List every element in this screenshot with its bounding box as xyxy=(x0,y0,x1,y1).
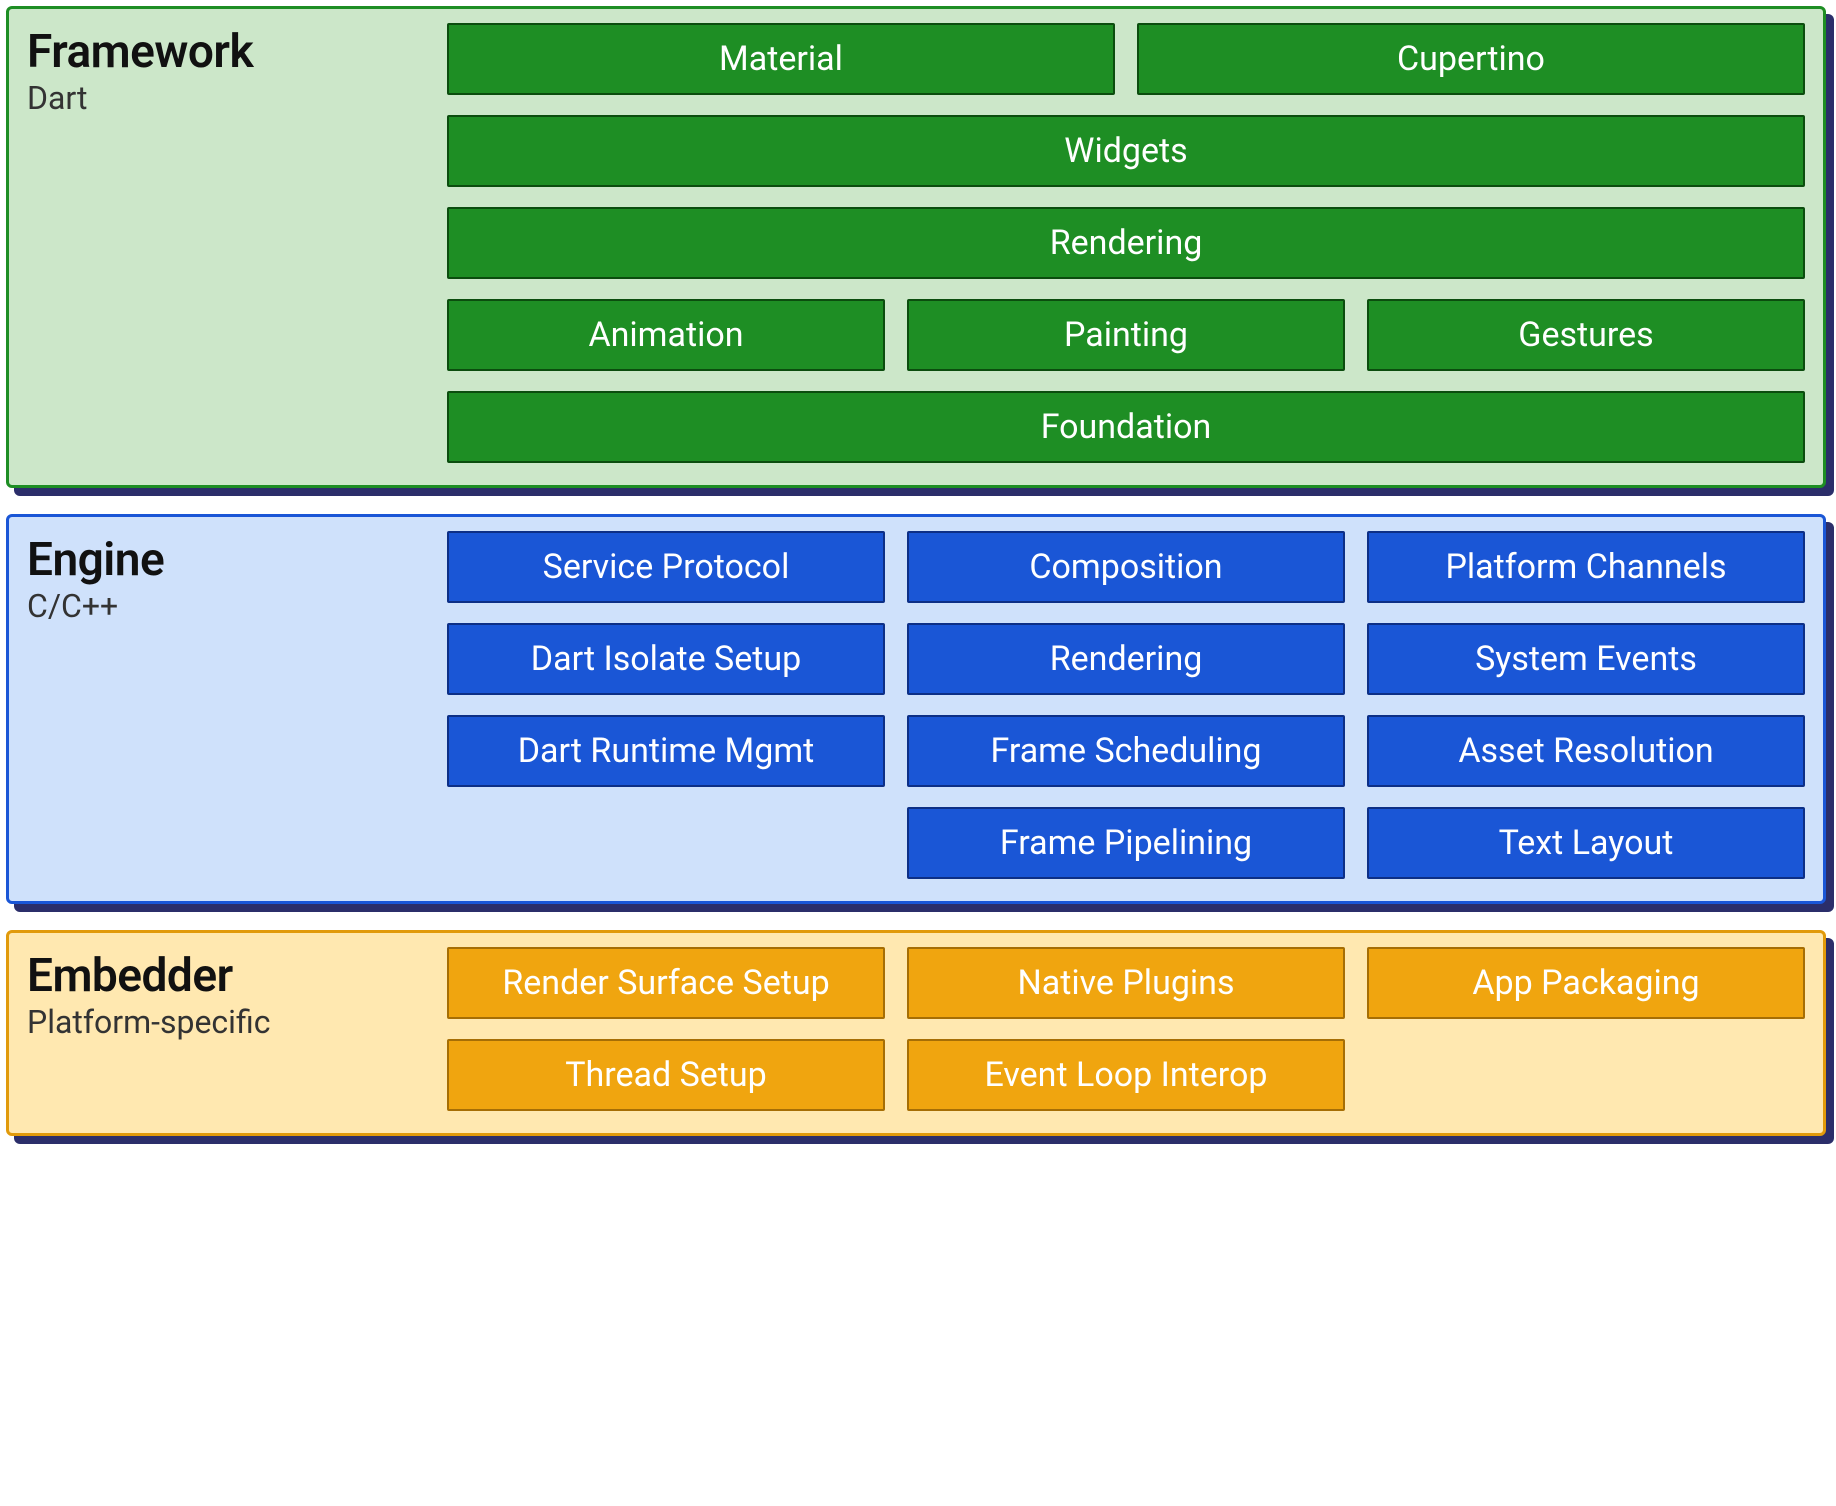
box-service-protocol: Service Protocol xyxy=(447,531,885,603)
box-frame-scheduling: Frame Scheduling xyxy=(907,715,1345,787)
layer-engine-subtitle: C/C++ xyxy=(27,587,447,625)
box-system-events: System Events xyxy=(1367,623,1805,695)
box-native-plugins: Native Plugins xyxy=(907,947,1345,1019)
box-thread-setup: Thread Setup xyxy=(447,1039,885,1111)
box-platform-channels: Platform Channels xyxy=(1367,531,1805,603)
layer-engine-content: Service Protocol Composition Platform Ch… xyxy=(447,531,1805,879)
box-cupertino: Cupertino xyxy=(1137,23,1805,95)
box-event-loop-interop: Event Loop Interop xyxy=(907,1039,1345,1111)
box-widgets: Widgets xyxy=(447,115,1805,187)
layer-framework-content: Material Cupertino Widgets Rendering Ani… xyxy=(447,23,1805,463)
box-composition: Composition xyxy=(907,531,1345,603)
layer-embedder-content: Render Surface Setup Native Plugins App … xyxy=(447,947,1805,1111)
layer-embedder-title: Embedder xyxy=(27,949,447,1003)
layer-embedder-header: Embedder Platform-specific xyxy=(27,947,447,1111)
layer-engine: Engine C/C++ Service Protocol Compositio… xyxy=(6,514,1826,904)
layer-framework: Framework Dart Material Cupertino Widget… xyxy=(6,6,1826,488)
box-foundation: Foundation xyxy=(447,391,1805,463)
box-dart-runtime-mgmt: Dart Runtime Mgmt xyxy=(447,715,885,787)
layer-framework-subtitle: Dart xyxy=(27,79,447,117)
layer-engine-title: Engine xyxy=(27,533,447,587)
box-material: Material xyxy=(447,23,1115,95)
box-frame-pipelining: Frame Pipelining xyxy=(907,807,1345,879)
box-render-surface-setup: Render Surface Setup xyxy=(447,947,885,1019)
layer-embedder-subtitle: Platform-specific xyxy=(27,1003,447,1041)
box-rendering-engine: Rendering xyxy=(907,623,1345,695)
layer-framework-header: Framework Dart xyxy=(27,23,447,463)
box-dart-isolate-setup: Dart Isolate Setup xyxy=(447,623,885,695)
box-gestures: Gestures xyxy=(1367,299,1805,371)
box-animation: Animation xyxy=(447,299,885,371)
box-asset-resolution: Asset Resolution xyxy=(1367,715,1805,787)
box-rendering-framework: Rendering xyxy=(447,207,1805,279)
box-text-layout: Text Layout xyxy=(1367,807,1805,879)
box-painting: Painting xyxy=(907,299,1345,371)
layer-engine-header: Engine C/C++ xyxy=(27,531,447,879)
layer-embedder: Embedder Platform-specific Render Surfac… xyxy=(6,930,1826,1136)
box-app-packaging: App Packaging xyxy=(1367,947,1805,1019)
layer-framework-title: Framework xyxy=(27,25,447,79)
